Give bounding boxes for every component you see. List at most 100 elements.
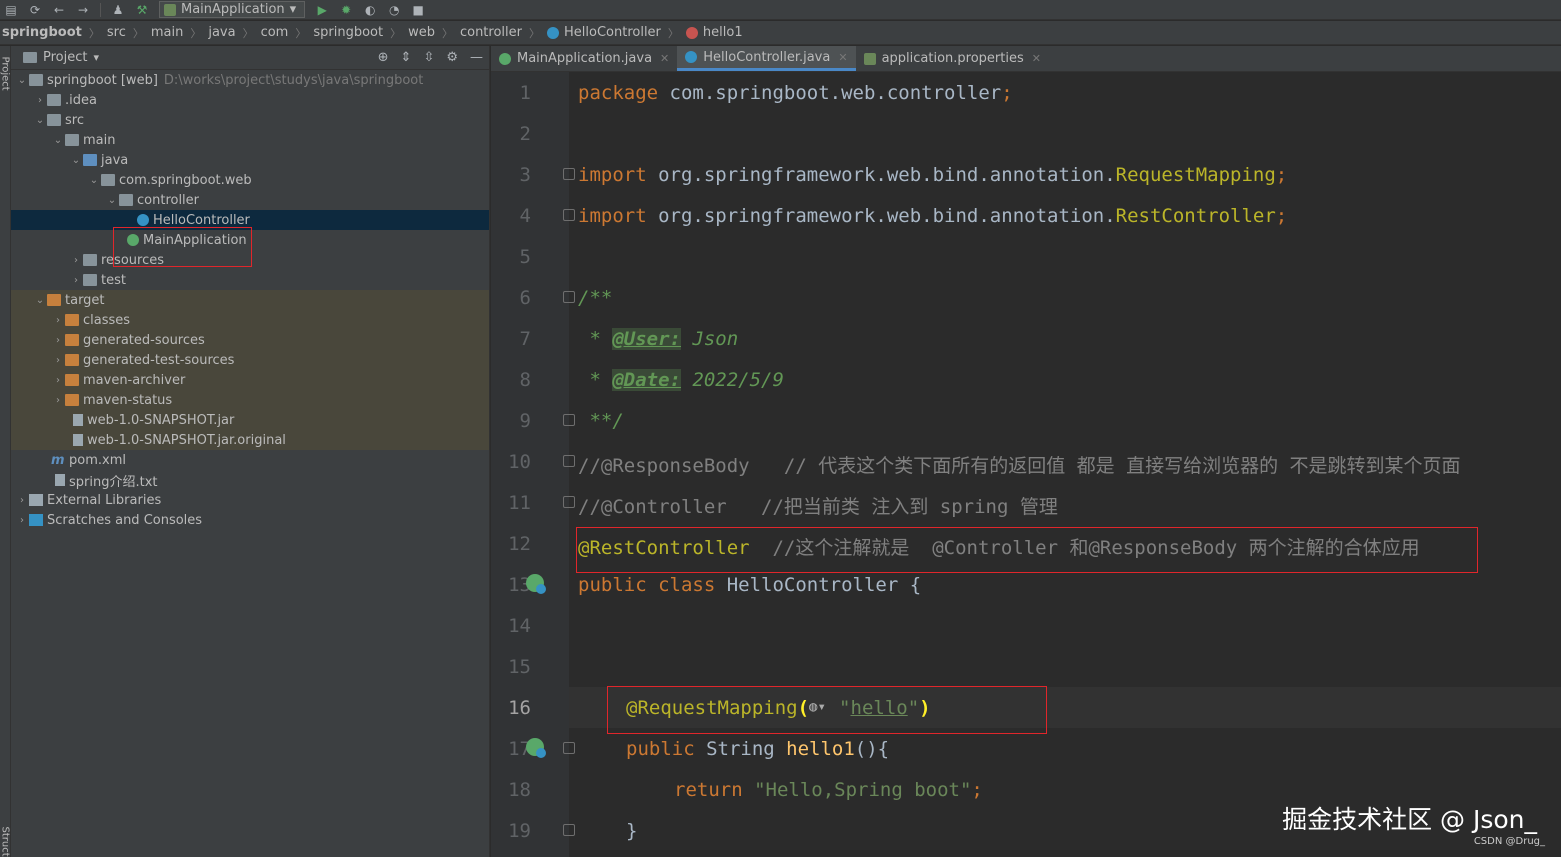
tree-item[interactable]: web-1.0-SNAPSHOT.jar.original [11, 430, 489, 450]
close-icon[interactable]: ✕ [1032, 52, 1041, 65]
breadcrumb-item[interactable]: web [408, 25, 435, 40]
folder-icon [65, 134, 79, 146]
chevron-down-icon[interactable]: ⌄ [87, 175, 101, 186]
watermark: 掘金技术社区 @ Json_ [1282, 805, 1537, 834]
minimize-icon[interactable]: — [470, 50, 483, 65]
class-icon [137, 214, 149, 226]
forward-icon[interactable]: → [76, 3, 90, 17]
tree-item[interactable]: web-1.0-SNAPSHOT.jar [11, 410, 489, 430]
chevron-right-icon[interactable]: › [51, 335, 65, 346]
tab-label: HelloController.java [703, 49, 831, 65]
chevron-down-icon[interactable]: ⌄ [33, 295, 47, 306]
spring-web-gutter-icon[interactable] [526, 738, 546, 758]
tree-item[interactable]: ⌄ main [11, 130, 489, 150]
line-number: 13 [508, 574, 531, 596]
tree-item[interactable]: spring介绍.txt [11, 470, 489, 490]
coverage-icon[interactable]: ◐ [363, 3, 377, 17]
package-icon [101, 174, 115, 186]
chevron-right-icon[interactable]: › [51, 395, 65, 406]
source-folder-icon [83, 154, 97, 166]
code-line-18: return "Hello,Spring boot"; [674, 779, 983, 801]
chevron-right-icon[interactable]: › [33, 95, 47, 106]
code-editor[interactable]: 1 2 3 4 5 6 7 8 9 10 11 12 13 14 15 16 1… [491, 72, 1561, 857]
tab-hello-controller[interactable]: HelloController.java ✕ [677, 46, 856, 71]
chevron-right-icon[interactable]: › [51, 375, 65, 386]
breadcrumb-item[interactable]: springboot [313, 25, 383, 40]
spring-bean-gutter-icon[interactable] [526, 574, 546, 594]
scratches-icon [29, 514, 43, 526]
code-line-1: package com.springboot.web.controller; [578, 82, 1013, 104]
profile-icon[interactable]: ◔ [387, 3, 401, 17]
breadcrumb-item[interactable]: hello1 [703, 25, 743, 40]
user-icon[interactable]: ♟ [111, 3, 125, 17]
run-icon[interactable]: ▶ [315, 3, 329, 17]
breadcrumb-item[interactable]: java [208, 25, 235, 40]
breadcrumb-item[interactable]: springboot [2, 25, 82, 40]
tree-item[interactable]: ⌄ src [11, 110, 489, 130]
tree-item[interactable]: › classes [11, 310, 489, 330]
tree-item-label: main [83, 132, 116, 148]
tree-item[interactable]: ⌄ springboot [web] D:\works\project\stud… [11, 70, 489, 90]
code-text-area[interactable]: package com.springboot.web.controller; i… [569, 72, 1561, 857]
save-icon[interactable]: ▤ [4, 3, 18, 17]
gear-icon[interactable]: ⚙ [446, 50, 458, 65]
chevron-right-icon[interactable]: › [69, 275, 83, 286]
back-icon[interactable]: ← [52, 3, 66, 17]
close-icon[interactable]: ✕ [660, 52, 669, 65]
close-icon[interactable]: ✕ [838, 51, 847, 64]
tree-item[interactable]: ⌄ controller [11, 190, 489, 210]
class-icon [547, 26, 559, 39]
tree-item[interactable]: › generated-sources [11, 330, 489, 350]
breadcrumb-item[interactable]: main [151, 25, 183, 40]
breadcrumb-item[interactable]: com [261, 25, 289, 40]
tab-main-application[interactable]: MainApplication.java ✕ [491, 46, 677, 71]
tree-item-label: generated-sources [83, 332, 205, 348]
run-config-select[interactable]: MainApplication ▾ [159, 1, 306, 18]
tree-item[interactable]: m pom.xml [11, 450, 489, 470]
tree-item[interactable]: › .idea [11, 90, 489, 110]
chevron-down-icon[interactable]: ⌄ [33, 115, 47, 126]
chevron-down-icon[interactable]: ⌄ [69, 155, 83, 166]
chevron-right-icon[interactable]: › [15, 495, 29, 506]
debug-icon[interactable]: ✹ [339, 3, 353, 17]
tree-item[interactable]: ⌄ target [11, 290, 489, 310]
chevron-down-icon[interactable]: ▾ [93, 51, 99, 64]
breadcrumb-item[interactable]: controller [460, 25, 522, 40]
tool-window-strip: Project Structure [0, 46, 11, 857]
chevron-right-icon[interactable]: › [69, 255, 83, 266]
project-panel-title[interactable]: Project [43, 50, 87, 65]
tree-item[interactable]: ⌄ java [11, 150, 489, 170]
chevron-right-icon[interactable]: › [51, 355, 65, 366]
tree-item[interactable]: › External Libraries [11, 490, 489, 510]
run-config-icon [164, 3, 176, 16]
tab-application-properties[interactable]: application.properties ✕ [856, 46, 1049, 71]
stop-icon[interactable]: ■ [411, 3, 425, 17]
tree-item[interactable]: › maven-archiver [11, 370, 489, 390]
code-line-19: } [626, 820, 638, 842]
tree-item-label: controller [137, 192, 200, 208]
tree-item[interactable]: › Scratches and Consoles [11, 510, 489, 530]
tab-label: MainApplication.java [517, 51, 653, 66]
chevron-down-icon[interactable]: ⌄ [105, 195, 119, 206]
breadcrumb-item[interactable]: src [107, 25, 126, 40]
locate-icon[interactable]: ⊕ [378, 50, 389, 65]
build-hammer-icon[interactable]: ⚒ [135, 3, 149, 17]
line-number: 16 [508, 697, 531, 719]
tree-item[interactable]: › maven-status [11, 390, 489, 410]
chevron-right-icon[interactable]: › [15, 515, 29, 526]
breadcrumb-item[interactable]: HelloController [564, 25, 661, 40]
tree-item[interactable]: › test [11, 270, 489, 290]
tree-item[interactable]: › generated-test-sources [11, 350, 489, 370]
sync-icon[interactable]: ⟳ [28, 3, 42, 17]
structure-tool-button[interactable]: Structure [0, 827, 11, 857]
expand-all-icon[interactable]: ⇕ [401, 50, 412, 65]
chevron-right-icon[interactable]: › [51, 315, 65, 326]
tree-item-label: pom.xml [69, 452, 126, 468]
collapse-all-icon[interactable]: ⇳ [423, 50, 434, 65]
chevron-down-icon[interactable]: ⌄ [15, 75, 29, 86]
chevron-right-icon: 〉 [132, 26, 144, 40]
tree-item-label: maven-status [83, 392, 173, 408]
project-tool-button[interactable]: Project [0, 57, 11, 91]
tree-item[interactable]: ⌄ com.springboot.web [11, 170, 489, 190]
chevron-down-icon[interactable]: ⌄ [51, 135, 65, 146]
